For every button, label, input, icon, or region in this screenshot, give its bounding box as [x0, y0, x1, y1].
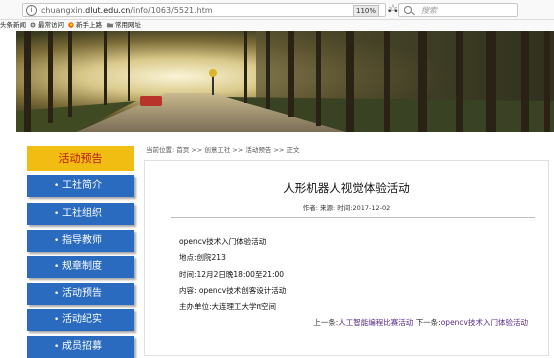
search-icon — [404, 6, 412, 14]
header-banner-image — [16, 31, 554, 132]
prev-article-link[interactable]: 人工智能编程比赛活动 — [338, 318, 413, 327]
bookmark-star-icon[interactable]: ☆ — [388, 3, 398, 15]
bullet-icon: • — [54, 236, 60, 246]
sidebar-item-organization[interactable]: • 工社组织 — [27, 203, 134, 225]
sidebar-item-label: 工社简介 — [62, 180, 102, 191]
divider — [171, 217, 535, 218]
sidebar-item-events-record[interactable]: • 活动纪实 — [27, 309, 134, 331]
sidebar-item-intro[interactable]: • 工社简介 — [27, 175, 134, 197]
sidebar-item-label: 活动预告 — [62, 288, 102, 299]
breadcrumb-separator: >> — [191, 146, 203, 154]
sidebar-item-events-preview[interactable]: • 活动预告 — [27, 283, 134, 305]
breadcrumb-separator: >> — [232, 146, 244, 154]
sidebar-item-label: 工社组织 — [62, 208, 102, 219]
breadcrumb-creative-club[interactable]: 创意工社 — [204, 146, 230, 154]
bullet-icon: • — [54, 315, 60, 325]
bookmark-headlines[interactable]: 头条新闻 — [0, 20, 26, 30]
sidebar: 活动预告 • 工社简介 • 工社组织 • 指导教师 • 规章制度 • 活动预告 • 活动纪实… — [0, 132, 144, 358]
browser-toolbar: i chuangxin.dlut.edu.cn/info/1063/5521.h… — [0, 0, 554, 20]
sidebar-title: 活动预告 — [27, 146, 134, 171]
sidebar-item-label: 规章制度 — [62, 261, 102, 272]
article-title: 人形机器人视觉体验活动 — [283, 181, 410, 195]
article-panel: 人形机器人视觉体验活动 作者: 来源: 时间:2017-12-02 opencv… — [144, 160, 549, 356]
breadcrumb-home[interactable]: 首页 — [176, 146, 189, 154]
article-pagination: 上一条:人工智能编程比赛活动 下一条:opencv技术入门体验活动 — [313, 318, 528, 327]
article-line: 主办单位:大连理工大学π空间 — [179, 302, 277, 311]
sidebar-item-rules[interactable]: • 规章制度 — [27, 256, 134, 278]
search-input[interactable]: 搜索 — [398, 3, 518, 17]
breadcrumb-events-preview[interactable]: 活动预告 — [245, 146, 271, 154]
breadcrumb: 当前位置: 首页 >> 创意工社 >> 活动预告 >> 正文 — [146, 145, 299, 155]
sidebar-item-label: 成员招募 — [62, 341, 102, 352]
breadcrumb-current: 正文 — [286, 146, 300, 154]
article-line: 地点:创院213 — [179, 253, 226, 262]
info-icon[interactable]: i — [26, 5, 37, 16]
breadcrumb-prefix: 当前位置: — [146, 146, 175, 154]
address-bar[interactable]: i chuangxin.dlut.edu.cn/info/1063/5521.h… — [22, 3, 405, 17]
sidebar-item-recruitment[interactable]: • 成员招募 — [27, 336, 134, 358]
folder-icon — [107, 23, 113, 28]
breadcrumb-separator: >> — [273, 146, 285, 154]
bullet-icon: • — [54, 289, 60, 299]
firefox-icon — [68, 22, 74, 28]
bullet-icon: • — [54, 262, 60, 272]
bullet-icon: • — [54, 342, 60, 352]
article-line: opencv技术入门体验活动 — [179, 237, 267, 246]
sidebar-item-label: 活动纪实 — [62, 314, 102, 325]
bookmark-most-visited[interactable]: 最常访问 — [30, 20, 64, 30]
next-label: 下一条: — [415, 318, 441, 327]
url-text[interactable]: chuangxin.dlut.edu.cn/info/1063/5521.htm — [41, 4, 213, 17]
sidebar-item-advisors[interactable]: • 指导教师 — [27, 230, 134, 252]
article-line: 时间:12月2日晚18:00至21:00 — [179, 270, 285, 279]
next-article-link[interactable]: opencv技术入门体验活动 — [441, 318, 528, 327]
bookmark-getting-started[interactable]: 新手上路 — [68, 20, 102, 30]
bookmark-common-urls[interactable]: 常用网址 — [107, 20, 141, 30]
bullet-icon: • — [54, 181, 60, 191]
bookmarks-bar: 头条新闻 最常访问 新手上路 常用网址 — [0, 20, 554, 30]
bullet-icon: • — [54, 209, 60, 219]
sidebar-item-label: 指导教师 — [62, 235, 102, 246]
zoom-level-badge[interactable]: 110% — [353, 5, 380, 17]
article-meta: 作者: 来源: 时间:2017-12-02 — [302, 204, 391, 212]
gear-icon — [30, 22, 36, 28]
prev-label: 上一条: — [313, 318, 339, 327]
article-line: 内容: opencv技术创客设计活动 — [179, 286, 287, 295]
search-placeholder: 搜索 — [421, 6, 437, 15]
